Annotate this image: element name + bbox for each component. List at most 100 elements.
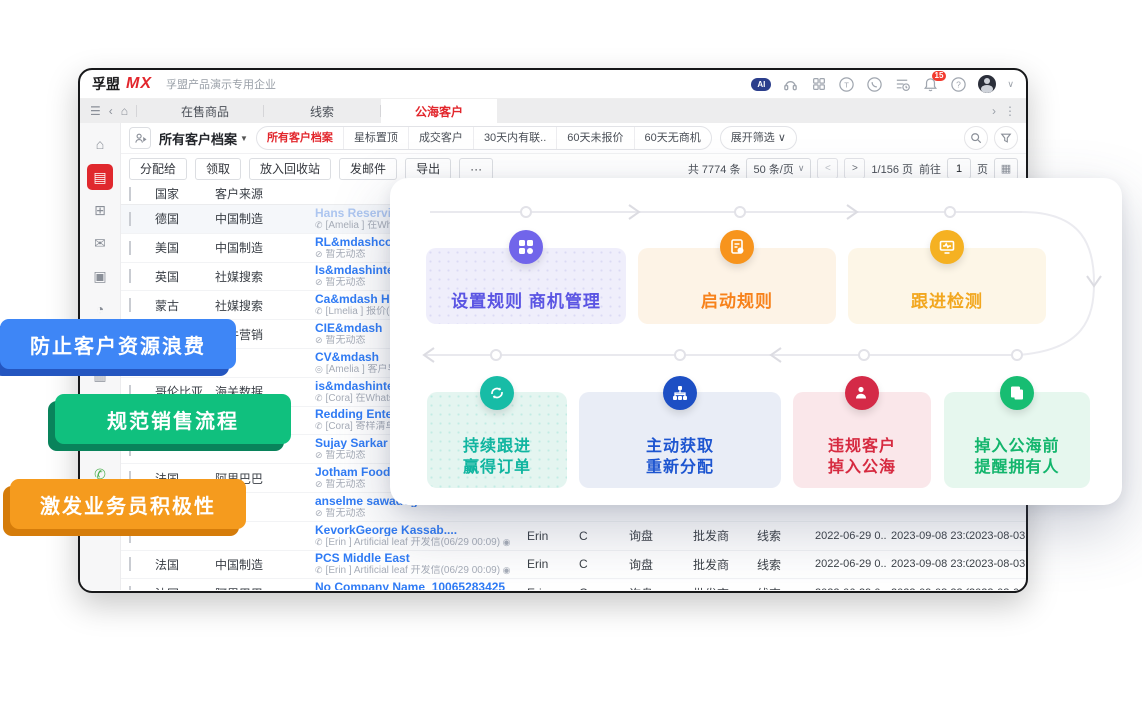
- row-checkbox[interactable]: [129, 442, 131, 456]
- status-chat-icon: ✆: [315, 421, 323, 431]
- notifications-icon[interactable]: 15: [922, 76, 939, 93]
- tab-more-icon[interactable]: ⋮: [1004, 104, 1016, 118]
- back-icon[interactable]: ‹: [109, 104, 113, 118]
- toolbar-button-1[interactable]: 分配给: [129, 158, 187, 180]
- select-all-checkbox[interactable]: [129, 187, 131, 201]
- home-tab-icon[interactable]: ⌂: [121, 104, 128, 118]
- flow-step-reassign[interactable]: 主动获取重新分配: [579, 392, 781, 488]
- row-checkbox[interactable]: [129, 557, 131, 571]
- flow-step-follow-check[interactable]: 跟进检测: [848, 248, 1046, 324]
- filter-pill-3[interactable]: 成交客户: [409, 127, 474, 149]
- row-checkbox[interactable]: [129, 241, 131, 255]
- table-row[interactable]: 法国中国制造PCS Middle East✆[Erin ] Artificial…: [121, 551, 1026, 580]
- row-checkbox[interactable]: [129, 269, 131, 283]
- page-size-select[interactable]: 50 条/页∨: [746, 158, 811, 180]
- user-avatar[interactable]: [978, 75, 996, 93]
- toolbar-button-6[interactable]: ···: [459, 158, 493, 180]
- chevron-down-icon[interactable]: ∨: [1007, 79, 1014, 90]
- status-none-icon: ⊘: [315, 277, 323, 287]
- tab-3[interactable]: 公海客户: [381, 99, 497, 123]
- cell-country: 美国: [155, 239, 215, 256]
- user-alert-icon: !: [845, 376, 879, 410]
- header-country[interactable]: 国家: [155, 185, 215, 202]
- filter-pill-5[interactable]: 60天未报价: [557, 127, 634, 149]
- table-row[interactable]: KevorkGeorge Kassab....✆[Erin ] Artifici…: [121, 522, 1026, 551]
- eye-icon[interactable]: ◉: [500, 537, 510, 547]
- cell-lead: 线索: [757, 556, 815, 573]
- translate-icon[interactable]: T: [838, 76, 855, 93]
- filter-pill-1[interactable]: 所有客户档案: [257, 127, 344, 149]
- table-row[interactable]: 法国阿里巴巴No Company Name_10065283425✆[Erin …: [121, 579, 1026, 590]
- svg-text:?: ?: [957, 79, 962, 89]
- sync-icon: [480, 376, 514, 410]
- mail-icon[interactable]: ✉: [87, 230, 113, 256]
- window-top-bar: 孚盟 MX 孚盟产品演示专用企业 AI T: [80, 70, 1026, 99]
- flow-step-remind-owner[interactable]: 掉入公海前提醒拥有人: [944, 392, 1090, 488]
- cell-country: 蒙古: [155, 297, 215, 314]
- flow-step-keep-following[interactable]: 持续跟进赢得订单: [427, 392, 567, 488]
- row-checkbox[interactable]: [129, 298, 131, 312]
- cell-date-created: 2022-06-29 0..: [815, 587, 891, 590]
- status-chat-icon: ✆: [315, 220, 323, 230]
- company-link[interactable]: PCS Middle East: [315, 552, 527, 564]
- help-icon[interactable]: ?: [950, 76, 967, 93]
- flow-step-violation-drop[interactable]: ! 违规客户掉入公海: [793, 392, 931, 488]
- company-link[interactable]: KevorkGeorge Kassab....: [315, 524, 527, 536]
- cell-owner: Erin: [527, 586, 579, 590]
- view-owner-filter-icon[interactable]: [129, 127, 151, 149]
- filter-funnel-icon[interactable]: [994, 126, 1018, 150]
- cell-grade: C: [579, 529, 629, 543]
- filter-pill-2[interactable]: 星标置顶: [344, 127, 409, 149]
- ai-assistant-icon[interactable]: AI: [751, 78, 771, 91]
- cell-company: KevorkGeorge Kassab....✆[Erin ] Artifici…: [315, 524, 527, 548]
- row-checkbox[interactable]: [129, 529, 131, 543]
- home-icon[interactable]: ⌂: [87, 131, 113, 157]
- header-source[interactable]: 客户来源: [215, 185, 315, 202]
- row-checkbox[interactable]: [129, 212, 131, 226]
- next-page-button[interactable]: >: [844, 158, 865, 179]
- headset-icon[interactable]: [782, 76, 799, 93]
- filter-row: 所有客户档案▼ 所有客户档案星标置顶成交客户30天内有联..60天未报价60天无…: [121, 123, 1026, 154]
- view-selector[interactable]: 所有客户档案▼: [159, 129, 248, 148]
- status-line: ⊘暂无动态: [315, 508, 527, 519]
- cell-source: 中国制造: [215, 556, 315, 573]
- status-none-icon: ⊘: [315, 479, 323, 489]
- cell-date-drop: 2023-09-08 23:00: [891, 530, 969, 542]
- company-link[interactable]: No Company Name_10065283425: [315, 581, 527, 590]
- products-icon[interactable]: ▣: [87, 263, 113, 289]
- org-structure-icon[interactable]: ⊞: [87, 197, 113, 223]
- notification-badge: 15: [932, 71, 947, 81]
- status-line: ✆[Erin ] Artificial leaf 开发信(06/29 00:09…: [315, 537, 527, 548]
- toolbar-button-5[interactable]: 导出: [405, 158, 451, 180]
- cell-company: No Company Name_10065283425✆[Erin ] Arti…: [315, 581, 527, 590]
- flow-step-start-rules[interactable]: 启动规则: [638, 248, 836, 324]
- flow-step-set-rules[interactable]: 设置规则 商机管理: [426, 248, 626, 324]
- status-chat-icon: ✆: [315, 537, 323, 547]
- prev-page-button[interactable]: <: [817, 158, 838, 179]
- eye-icon[interactable]: ◉: [500, 565, 510, 575]
- collapse-menu-icon[interactable]: ☰: [90, 104, 101, 118]
- callout-prevent-waste: 防止客户资源浪费: [0, 319, 236, 369]
- row-checkbox[interactable]: [129, 586, 131, 590]
- search-icon[interactable]: [964, 126, 988, 150]
- cell-date-drop: 2023-09-08 23:00: [891, 587, 969, 590]
- toolbar-button-2[interactable]: 领取: [195, 158, 241, 180]
- task-list-icon[interactable]: [894, 76, 911, 93]
- whatsapp-icon[interactable]: [866, 76, 883, 93]
- pagination: 共 7774 条 50 条/页∨ < > 1/156 页 前往 1 页 ▦: [688, 158, 1018, 180]
- toolbar-button-3[interactable]: 放入回收站: [249, 158, 331, 180]
- expand-filter-button[interactable]: 展开筛选 ∨: [720, 126, 797, 150]
- cell-source: 中国制造: [215, 210, 315, 227]
- customers-icon[interactable]: ▤: [87, 164, 113, 190]
- goto-page-input[interactable]: 1: [947, 158, 971, 179]
- column-settings-icon[interactable]: ▦: [994, 158, 1018, 180]
- status-chat-icon: ✆: [315, 393, 323, 403]
- tab-1[interactable]: 在售商品: [147, 99, 263, 123]
- tab-scroll-next-icon[interactable]: ›: [992, 104, 996, 118]
- brand-mx-logo: MX: [126, 75, 152, 93]
- filter-pill-4[interactable]: 30天内有联..: [474, 127, 557, 149]
- apps-grid-icon[interactable]: [810, 76, 827, 93]
- filter-pill-6[interactable]: 60天无商机: [635, 127, 711, 149]
- toolbar-button-4[interactable]: 发邮件: [339, 158, 397, 180]
- tab-2[interactable]: 线索: [264, 99, 380, 123]
